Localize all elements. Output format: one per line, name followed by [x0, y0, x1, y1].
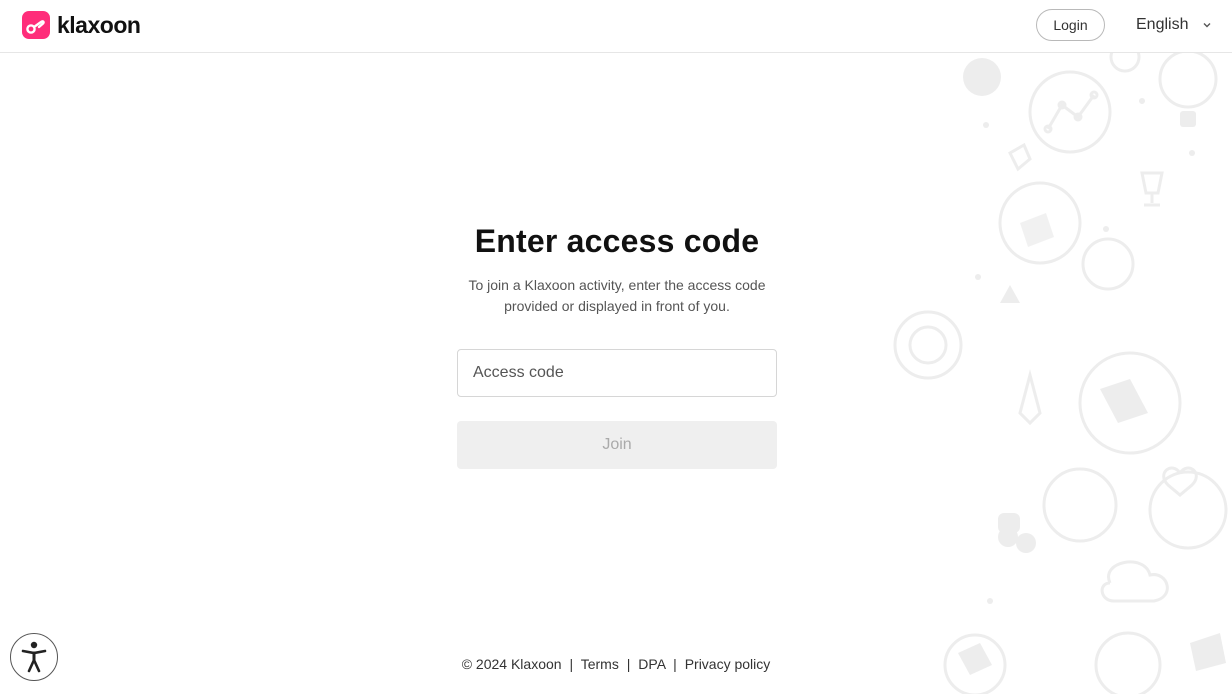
- logo-text: klaxoon: [57, 11, 141, 38]
- decorative-doodle-background: [893, 53, 1228, 694]
- chevron-down-icon: [1203, 23, 1211, 28]
- accessibility-button[interactable]: [10, 633, 58, 681]
- klaxoon-logo-icon: [22, 11, 50, 39]
- copyright-text: © 2024 Klaxoon: [461, 656, 562, 672]
- top-bar: klaxoon Login English: [0, 0, 1232, 53]
- access-code-form: Enter access code To join a Klaxoon acti…: [457, 222, 777, 469]
- login-button[interactable]: Login: [1036, 9, 1105, 41]
- footer: © 2024 Klaxoon | Terms | DPA | Privacy p…: [0, 656, 1232, 672]
- subtitle-line-2: provided or displayed in front of you.: [504, 298, 730, 314]
- join-button[interactable]: Join: [457, 421, 777, 469]
- language-selector[interactable]: English: [1136, 14, 1212, 36]
- dpa-link[interactable]: DPA: [638, 656, 665, 672]
- language-label: English: [1136, 16, 1189, 33]
- footer-separator: |: [626, 656, 631, 672]
- footer-separator: |: [673, 656, 677, 672]
- subtitle-line-1: To join a Klaxoon activity, enter the ac…: [468, 277, 766, 293]
- accessibility-icon: [21, 641, 47, 673]
- terms-link[interactable]: Terms: [581, 656, 619, 672]
- klaxoon-logo[interactable]: klaxoon: [22, 11, 141, 39]
- page-title: Enter access code: [474, 223, 760, 259]
- page-subtitle: To join a Klaxoon activity, enter the ac…: [457, 275, 777, 317]
- privacy-policy-link[interactable]: Privacy policy: [685, 656, 771, 672]
- footer-separator: |: [569, 656, 574, 672]
- access-code-input[interactable]: [457, 349, 777, 397]
